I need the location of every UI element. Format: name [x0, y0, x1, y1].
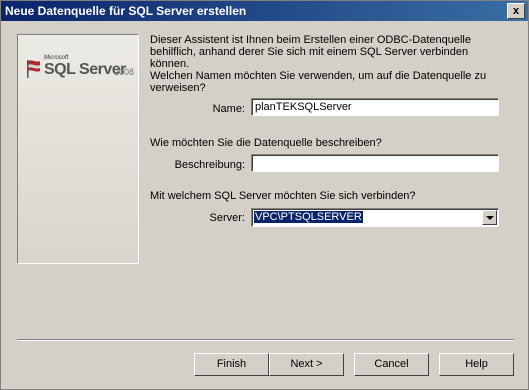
help-button[interactable]: Help: [439, 353, 514, 376]
sql-server-logo: Microsoft SQL Server 2008: [24, 53, 134, 89]
logo-version: 2008: [114, 67, 135, 77]
server-select[interactable]: VPC\PTSQLSERVER: [251, 208, 499, 227]
dropdown-arrow-icon[interactable]: [482, 210, 497, 225]
intro-text: Dieser Assistent ist Ihnen beim Erstelle…: [150, 34, 510, 70]
name-label: Name:: [212, 103, 245, 115]
description-input[interactable]: [251, 154, 499, 172]
sql-server-flag-icon: [27, 60, 40, 78]
name-question-line-1: Welchen Namen möchten Sie verwenden, um …: [150, 70, 487, 82]
finish-button[interactable]: Finish: [194, 353, 269, 376]
intro-line-2: behilflich, anhand derer Sie sich mit ei…: [150, 46, 469, 70]
name-question: Welchen Namen möchten Sie verwenden, um …: [150, 70, 510, 94]
name-question-line-2: verweisen?: [150, 82, 206, 94]
logo-panel: Microsoft SQL Server 2008: [17, 34, 139, 264]
description-question: Wie möchten Sie die Datenquelle beschrei…: [150, 137, 382, 149]
server-question: Mit welchem SQL Server möchten Sie sich …: [150, 190, 416, 202]
cancel-button[interactable]: Cancel: [354, 353, 429, 376]
next-button[interactable]: Next >: [269, 353, 344, 376]
window-title: Neue Datenquelle für SQL Server erstelle…: [5, 4, 247, 18]
server-label: Server:: [209, 212, 245, 224]
name-input[interactable]: planTEKSQLServer: [251, 98, 499, 116]
server-selected-value: VPC\PTSQLSERVER: [254, 211, 363, 223]
title-bar[interactable]: Neue Datenquelle für SQL Server erstelle…: [1, 1, 528, 21]
description-label: Beschreibung:: [174, 159, 245, 171]
intro-line-1: Dieser Assistent ist Ihnen beim Erstelle…: [150, 34, 471, 46]
close-button[interactable]: x: [507, 3, 525, 19]
button-separator: [17, 339, 514, 341]
dialog-window: Neue Datenquelle für SQL Server erstelle…: [0, 0, 529, 390]
